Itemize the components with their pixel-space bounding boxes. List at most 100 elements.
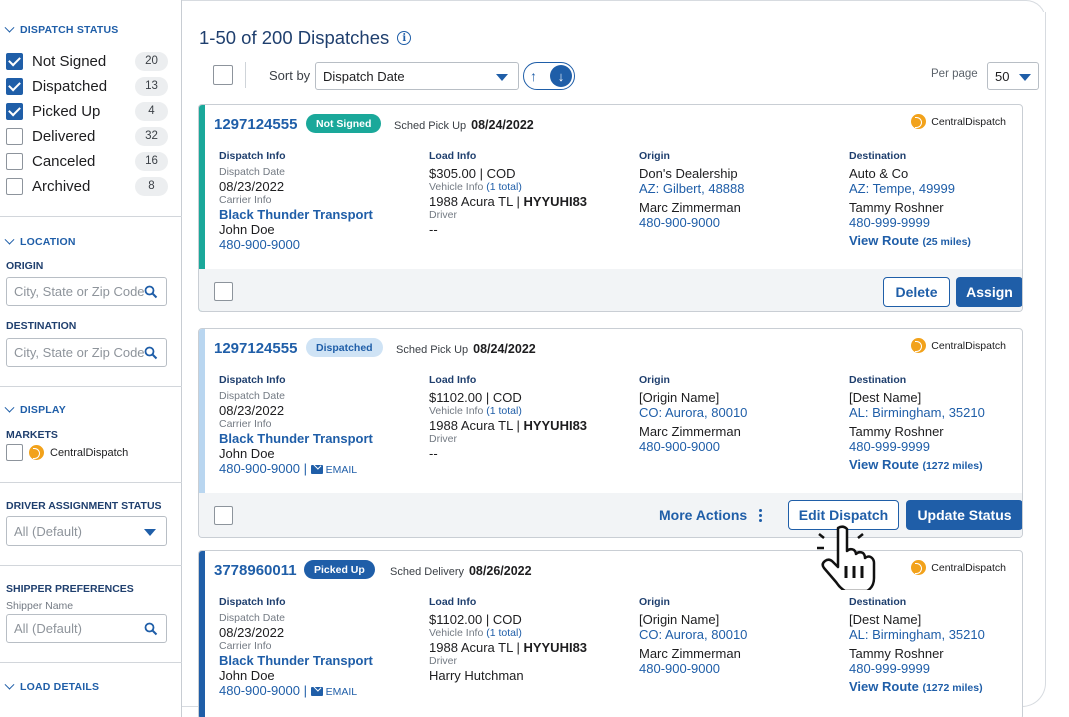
destination-location-link[interactable]: AL: Birmingham, 35210 [849, 627, 1022, 642]
dispatch-card[interactable]: 1297124555 Dispatched Sched Pick Up 08/24… [198, 328, 1023, 538]
carrier-contact-links: 480-900-9000 | EMAIL [219, 461, 419, 477]
origin-placeholder: City, State or Zip Code [14, 284, 145, 299]
vehicle-total-link[interactable]: (1 total) [486, 627, 522, 639]
caret-down-icon [496, 74, 508, 81]
load-price: $1102.00 | COD [429, 612, 522, 627]
info-icon[interactable]: i [397, 31, 412, 45]
origin-location-link[interactable]: CO: Aurora, 80010 [639, 405, 839, 420]
origin-location-link[interactable]: AZ: Gilbert, 48888 [639, 181, 839, 196]
update-status-button[interactable]: Update Status [906, 500, 1022, 530]
status-filter-not-signed[interactable]: Not Signed 20 [6, 50, 168, 72]
dispatch-date: 08/23/2022 [219, 625, 285, 640]
select-all-checkbox[interactable] [213, 65, 233, 85]
sort-descending-icon[interactable]: ↓ [550, 65, 572, 87]
dispatch-card[interactable]: 1297124555 Not Signed Sched Pick Up 08/24… [198, 104, 1023, 312]
origin-phone-link[interactable]: 480-900-9000 [639, 661, 839, 676]
view-route-link[interactable]: View Route (25 miles) [849, 233, 1022, 250]
status-badge: Dispatched [306, 338, 383, 357]
assign-button[interactable]: Assign [956, 277, 1022, 307]
checkbox[interactable] [6, 77, 23, 95]
search-icon [144, 622, 158, 636]
shipper-name-input[interactable]: All (Default) [6, 614, 167, 643]
carrier-phone-link[interactable]: 480-900-9000 [219, 237, 419, 252]
row-select-checkbox[interactable] [214, 506, 233, 525]
carrier-name-link[interactable]: Black Thunder Transport [219, 207, 419, 222]
carrier-phone-link[interactable]: 480-900-9000 | [219, 461, 311, 476]
sidebar-divider [0, 216, 182, 217]
carrier-contact: John Doe [219, 222, 275, 237]
dispatch-card-footer: More Actions Edit Dispatch Update Status [199, 493, 1022, 537]
column-heading: Load Info [429, 150, 477, 162]
status-filter-archived[interactable]: Archived 8 [6, 175, 168, 197]
view-route-link[interactable]: View Route (1272 miles) [849, 679, 1022, 696]
destination-phone-link[interactable]: 480-999-9999 [849, 661, 1022, 676]
display-section: DISPLAY [0, 402, 182, 416]
checkbox[interactable] [6, 102, 23, 120]
vehicle-description: 1988 Acura TL | HYYUHI83 [429, 418, 629, 433]
schedule-info: Sched Delivery 08/26/2022 [390, 564, 532, 578]
carrier-name-link[interactable]: Black Thunder Transport [219, 431, 419, 446]
checkbox[interactable] [6, 444, 23, 461]
dispatch-id-link[interactable]: 1297124555 [214, 116, 297, 133]
location-toggle[interactable]: LOCATION [0, 234, 182, 248]
destination-phone-link[interactable]: 480-999-9999 [849, 215, 1022, 230]
checkbox[interactable] [6, 152, 23, 170]
dispatch-id-link[interactable]: 1297124555 [214, 340, 297, 357]
schedule-label: Sched Pick Up [396, 344, 469, 356]
email-link[interactable]: EMAIL [310, 686, 357, 698]
checkbox[interactable] [6, 52, 23, 70]
origin-name: Don's Dealership [639, 166, 738, 181]
more-actions-button[interactable]: More Actions [659, 507, 763, 523]
centraldispatch-logo-icon [911, 114, 927, 129]
dispatch-id-link[interactable]: 3778960011 [214, 562, 297, 579]
status-filter-canceled[interactable]: Canceled 16 [6, 150, 168, 172]
field-label: Dispatch Date [219, 612, 285, 624]
carrier-name-link[interactable]: Black Thunder Transport [219, 653, 419, 668]
destination-location-link[interactable]: AL: Birmingham, 35210 [849, 405, 1022, 420]
status-filter-dispatched[interactable]: Dispatched 13 [6, 75, 168, 97]
driver-assignment-select[interactable]: All (Default) [6, 516, 167, 546]
display-toggle[interactable]: DISPLAY [0, 402, 182, 416]
per-page-select[interactable]: 50 [987, 62, 1039, 90]
view-route-link[interactable]: View Route (1272 miles) [849, 457, 1022, 474]
destination-name: [Dest Name] [849, 390, 922, 405]
sort-by-select[interactable]: Dispatch Date [315, 62, 519, 90]
origin-phone-link[interactable]: 480-900-9000 [639, 215, 839, 230]
dispatch-status-toggle[interactable]: DISPATCH STATUS [0, 22, 182, 36]
origin-location-link[interactable]: CO: Aurora, 80010 [639, 627, 839, 642]
dispatch-card[interactable]: 3778960011 Picked Up Sched Delivery 08/26… [198, 550, 1023, 717]
destination-location-link[interactable]: AZ: Tempe, 49999 [849, 181, 1022, 196]
sort-ascending-icon[interactable]: ↑ [530, 69, 537, 83]
status-filter-delivered[interactable]: Delivered 32 [6, 125, 168, 147]
view-route-label: View Route [849, 679, 919, 694]
origin-phone-link[interactable]: 480-900-9000 [639, 439, 839, 454]
status-filter-label: Picked Up [32, 102, 101, 120]
schedule-date: 08/24/2022 [473, 342, 536, 356]
market-option-centraldispatch[interactable]: CentralDispatch [6, 444, 128, 461]
origin-search-input[interactable]: City, State or Zip Code [6, 277, 167, 306]
carrier-phone-link[interactable]: 480-900-9000 | [219, 683, 311, 698]
destination-search-input[interactable]: City, State or Zip Code [6, 338, 167, 367]
carrier-contact-links: 480-900-9000 | EMAIL [219, 683, 419, 699]
chevron-down-icon [4, 679, 15, 690]
destination-label: DESTINATION [6, 320, 77, 332]
destination-phone-link[interactable]: 480-999-9999 [849, 439, 1022, 454]
carrier-contact: John Doe [219, 668, 275, 683]
row-select-checkbox[interactable] [214, 282, 233, 301]
checkbox[interactable] [6, 177, 23, 195]
sort-direction-toggle[interactable]: ↑ ↓ [523, 62, 575, 90]
per-page-value: 50 [995, 68, 1010, 84]
email-link[interactable]: EMAIL [310, 464, 357, 476]
sidebar-divider [0, 565, 182, 566]
dispatch-card-header: 1297124555 Dispatched Sched Pick Up 08/24… [199, 329, 1022, 365]
load-info-column: Load Info $1102.00 | COD Vehicle Info (1… [429, 373, 629, 461]
checkbox[interactable] [6, 127, 23, 145]
vehicle-total-link[interactable]: (1 total) [486, 405, 522, 417]
dispatch-status-heading: DISPATCH STATUS [20, 24, 119, 36]
load-details-toggle[interactable]: LOAD DETAILS [0, 679, 182, 693]
delete-button[interactable]: Delete [883, 277, 950, 307]
status-count-badge: 16 [135, 151, 168, 171]
status-filter-picked-up[interactable]: Picked Up 4 [6, 100, 168, 122]
vehicle-total-link[interactable]: (1 total) [486, 181, 522, 193]
route-miles: (25 miles) [922, 236, 971, 248]
